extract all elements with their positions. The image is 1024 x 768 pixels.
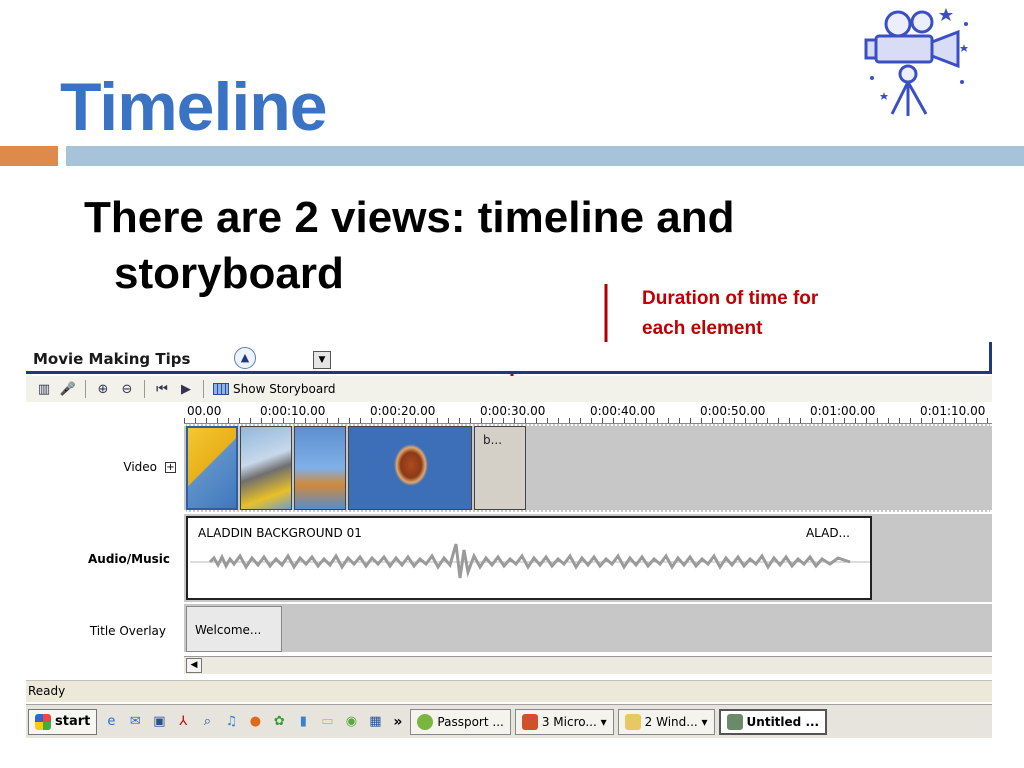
itunes-icon[interactable]: ♫ (221, 712, 241, 732)
ruler-label: 0:00:10.00 (260, 404, 326, 418)
picasa-icon[interactable]: ✿ (269, 712, 289, 732)
slide-title: Timeline (60, 69, 328, 145)
horizontal-scrollbar[interactable]: ◀ (184, 656, 992, 674)
bullet-line-1: There are 2 views: timeline and (84, 193, 735, 242)
task-untitled[interactable]: Untitled ... (718, 708, 828, 735)
passport-icon (417, 713, 434, 730)
audio-clip-name-end: ALAD... (805, 526, 850, 540)
acrobat-icon[interactable]: ⅄ (173, 712, 193, 732)
set-audio-levels-icon[interactable]: ▥ (32, 378, 56, 400)
audio-clip[interactable]: ALADDIN BACKGROUND 01 ALAD... (186, 516, 872, 600)
video-clip[interactable] (348, 426, 472, 510)
movie-maker-window: Movie Making Tips ▲ ▼ ▥ 🎤 ⊕ ⊖ ⏮ ▶ Show S… (26, 342, 992, 740)
calendar-icon[interactable]: ▦ (365, 712, 385, 732)
track-labels: Video + Audio/Music Title Overlay (26, 402, 184, 674)
movie-camera-icon (864, 8, 968, 116)
ruler-label: 0:00:40.00 (590, 404, 656, 418)
quick-launch-more[interactable]: » (389, 714, 406, 730)
callout-line-2: each element (642, 318, 763, 339)
msn-icon[interactable]: ◉ (341, 712, 361, 732)
video-clip[interactable] (186, 426, 238, 510)
status-bar: Ready (26, 680, 992, 702)
start-button[interactable]: start (28, 708, 98, 735)
folder-icon (624, 713, 641, 730)
title-overlay-track[interactable]: Welcome... (184, 604, 992, 652)
scroll-left-icon[interactable]: ◀ (186, 658, 202, 673)
zoom-out-icon[interactable]: ⊖ (115, 378, 139, 400)
task-label: 2 Wind... ▾ (644, 714, 708, 729)
timeline-header: Movie Making Tips ▲ ▼ (26, 342, 992, 374)
internet-explorer-icon[interactable]: e (101, 712, 121, 732)
toolbar-separator (144, 380, 145, 398)
toolbar-separator (203, 380, 204, 398)
windows-taskbar: start e ✉ ▣ ⅄ ⌕ ♫ ● ✿ ▮ ▭ ◉ ▦ » Passport… (26, 704, 992, 738)
audio-track[interactable]: ALADDIN BACKGROUND 01 ALAD... (184, 514, 992, 602)
task-microsoft[interactable]: 3 Micro... ▾ (514, 708, 614, 735)
chevron-down-icon[interactable]: ▼ (313, 351, 331, 369)
rewind-icon[interactable]: ⏮ (150, 378, 174, 400)
accent-bar-blue (66, 146, 1024, 166)
chevron-up-icon[interactable]: ▲ (234, 347, 256, 369)
track-label-video: Video + (123, 460, 176, 474)
ruler-label: 0:00:20.00 (370, 404, 436, 418)
zoom-in-icon[interactable]: ⊕ (91, 378, 115, 400)
recycle-icon[interactable]: ▮ (293, 712, 313, 732)
time-ruler[interactable]: 00.00 0:00:10.00 0:00:20.00 0:00:30.00 0… (184, 402, 992, 424)
ruler-label: 00.00 (187, 404, 222, 418)
audio-clip-name: ALADDIN BACKGROUND 01 (198, 526, 362, 540)
storyboard-icon (213, 383, 229, 395)
windows-flag-icon (35, 713, 51, 730)
project-title: Movie Making Tips (33, 350, 191, 368)
callout-text: Duration of time for each element (642, 284, 902, 344)
accent-bar-orange (0, 146, 58, 166)
track-label-title-overlay: Title Overlay (89, 624, 166, 638)
callout-line-1: Duration of time for (642, 288, 819, 309)
video-clip-truncated[interactable]: b... (474, 426, 526, 510)
audio-waveform (190, 543, 870, 579)
ruler-label: 0:01:10.00 (920, 404, 986, 418)
narrate-microphone-icon[interactable]: 🎤 (56, 378, 80, 400)
task-passport[interactable]: Passport ... (410, 708, 511, 735)
track-label-audio: Audio/Music (87, 552, 170, 566)
show-storyboard-label: Show Storyboard (233, 382, 336, 396)
task-label: 3 Micro... ▾ (541, 714, 607, 729)
folder-icon[interactable]: ▭ (317, 712, 337, 732)
video-track[interactable]: b... (184, 424, 992, 512)
toolbar-separator (85, 380, 86, 398)
desktop-icon[interactable]: ▣ (149, 712, 169, 732)
ruler-label: 0:01:00.00 (810, 404, 876, 418)
play-icon[interactable]: ▶ (174, 378, 198, 400)
ruler-label: 0:00:50.00 (700, 404, 766, 418)
timeline-toolbar: ▥ 🎤 ⊕ ⊖ ⏮ ▶ Show Storyboard (26, 376, 992, 402)
header-divider (26, 371, 992, 374)
title-clip[interactable]: Welcome... (186, 606, 282, 652)
outlook-icon[interactable]: ✉ (125, 712, 145, 732)
movie-maker-icon (726, 713, 743, 730)
video-clip[interactable] (240, 426, 292, 510)
track-label-video-text: Video (123, 460, 157, 474)
ruler-label: 0:00:30.00 (480, 404, 546, 418)
ruler-ticks (184, 418, 992, 423)
expand-plus-icon[interactable]: + (165, 462, 176, 473)
task-windows[interactable]: 2 Wind... ▾ (617, 708, 715, 735)
task-label: Untitled ... (746, 714, 820, 729)
show-storyboard-button[interactable]: Show Storyboard (209, 382, 340, 396)
powerpoint-icon (521, 713, 538, 730)
firefox-icon[interactable]: ● (245, 712, 265, 732)
search-icon[interactable]: ⌕ (197, 712, 217, 732)
task-label: Passport ... (437, 714, 504, 729)
video-clip[interactable] (294, 426, 346, 510)
start-label: start (55, 714, 91, 729)
